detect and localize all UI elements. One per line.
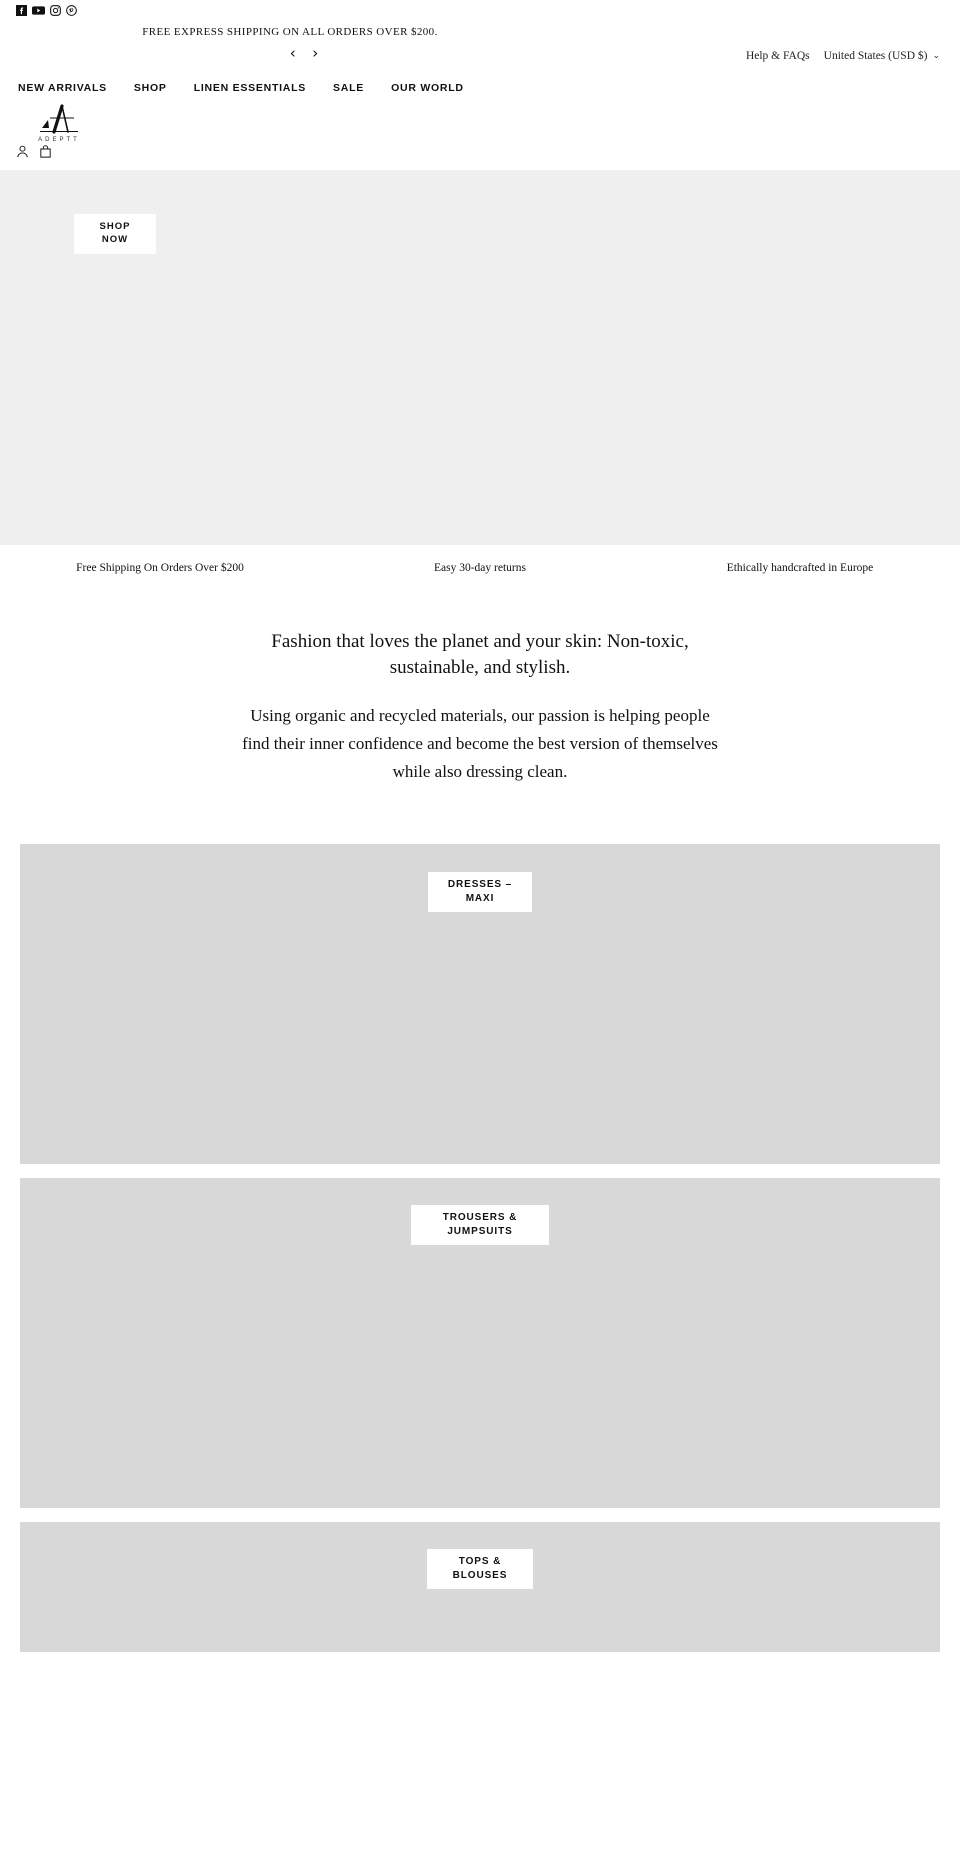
announcement-prev-arrow[interactable]: ‹: [284, 44, 302, 62]
nav-item-new-arrivals[interactable]: NEW ARRIVALS: [18, 82, 107, 94]
locale-selector[interactable]: United States (USD $) ⌄: [824, 50, 940, 62]
announcement-text: FREE EXPRESS SHIPPING ON ALL ORDERS OVER…: [142, 26, 438, 38]
account-icon[interactable]: [15, 144, 30, 159]
locale-label: United States (USD $): [823, 50, 928, 62]
facebook-icon[interactable]: [16, 5, 27, 16]
nav-item-our-world[interactable]: OUR WORLD: [391, 82, 464, 94]
chevron-down-icon: ⌄: [932, 51, 940, 61]
nav-item-linen-essentials[interactable]: LINEN ESSENTIALS: [194, 82, 306, 94]
intro-body: Using organic and recycled materials, ou…: [242, 706, 718, 782]
benefit-returns: Easy 30-day returns: [434, 562, 526, 574]
hero-cta-line-2: NOW: [101, 234, 129, 245]
logo-a-mark: [28, 104, 90, 136]
benefit-free-shipping: Free Shipping On Orders Over $200: [76, 562, 244, 574]
site-logo[interactable]: ADEPTT: [28, 104, 90, 143]
category-button-trousers-jumpsuits[interactable]: TROUSERS & JUMPSUITS: [411, 1205, 549, 1246]
category-button-tops-blouses[interactable]: TOPS & BLOUSES: [427, 1549, 533, 1590]
category-card-tops-blouses[interactable]: TOPS & BLOUSES: [20, 1522, 940, 1653]
category-button-dresses-maxi[interactable]: DRESSES – MAXI: [428, 872, 532, 913]
benefits-bar: Free Shipping On Orders Over $200 Easy 3…: [0, 545, 960, 591]
category-label-line-1: TROUSERS &: [442, 1212, 518, 1224]
nav-item-shop[interactable]: SHOP: [134, 82, 167, 94]
top-utility-bar: FREE EXPRESS SHIPPING ON ALL ORDERS OVER…: [0, 0, 960, 82]
youtube-icon[interactable]: [32, 5, 45, 16]
main-navigation: NEW ARRIVALS SHOP LINEN ESSENTIALS SALE …: [0, 82, 960, 170]
utility-links: Help & FAQs United States (USD $) ⌄: [746, 50, 940, 62]
instagram-icon[interactable]: [50, 5, 61, 16]
nav-item-sale[interactable]: SALE: [333, 82, 364, 94]
logo-wordmark: ADEPTT: [38, 137, 80, 143]
category-card-trousers-jumpsuits[interactable]: TROUSERS & JUMPSUITS: [20, 1178, 940, 1509]
category-label-line-2: JUMPSUITS: [447, 1226, 513, 1238]
announcement-next-arrow[interactable]: ›: [306, 44, 324, 62]
intro-heading: Fashion that loves the planet and your s…: [271, 631, 689, 678]
hero-banner: SHOP NOW: [0, 170, 960, 545]
category-card-dresses-maxi[interactable]: DRESSES – MAXI: [20, 844, 940, 1165]
announcement-bar: FREE EXPRESS SHIPPING ON ALL ORDERS OVER…: [0, 26, 960, 38]
header-icons: [15, 144, 53, 159]
hero-shop-now-button[interactable]: SHOP NOW: [74, 214, 156, 254]
hero-cta-line-1: SHOP: [99, 221, 131, 233]
cart-icon[interactable]: [38, 144, 53, 159]
benefit-ethical: Ethically handcrafted in Europe: [726, 562, 874, 574]
category-grid: DRESSES – MAXI TROUSERS & JUMPSUITS TOPS…: [0, 786, 960, 1653]
category-label-line-2: MAXI: [465, 893, 495, 905]
category-label-line-1: TOPS &: [458, 1556, 502, 1568]
category-label-line-1: DRESSES –: [447, 879, 513, 891]
pinterest-icon[interactable]: [66, 5, 77, 16]
nav-links: NEW ARRIVALS SHOP LINEN ESSENTIALS SALE …: [18, 82, 464, 94]
help-faqs-link[interactable]: Help & FAQs: [746, 50, 810, 62]
intro-section: Fashion that loves the planet and your s…: [0, 591, 960, 786]
social-links: [16, 5, 77, 16]
category-label-line-2: BLOUSES: [452, 1570, 508, 1582]
